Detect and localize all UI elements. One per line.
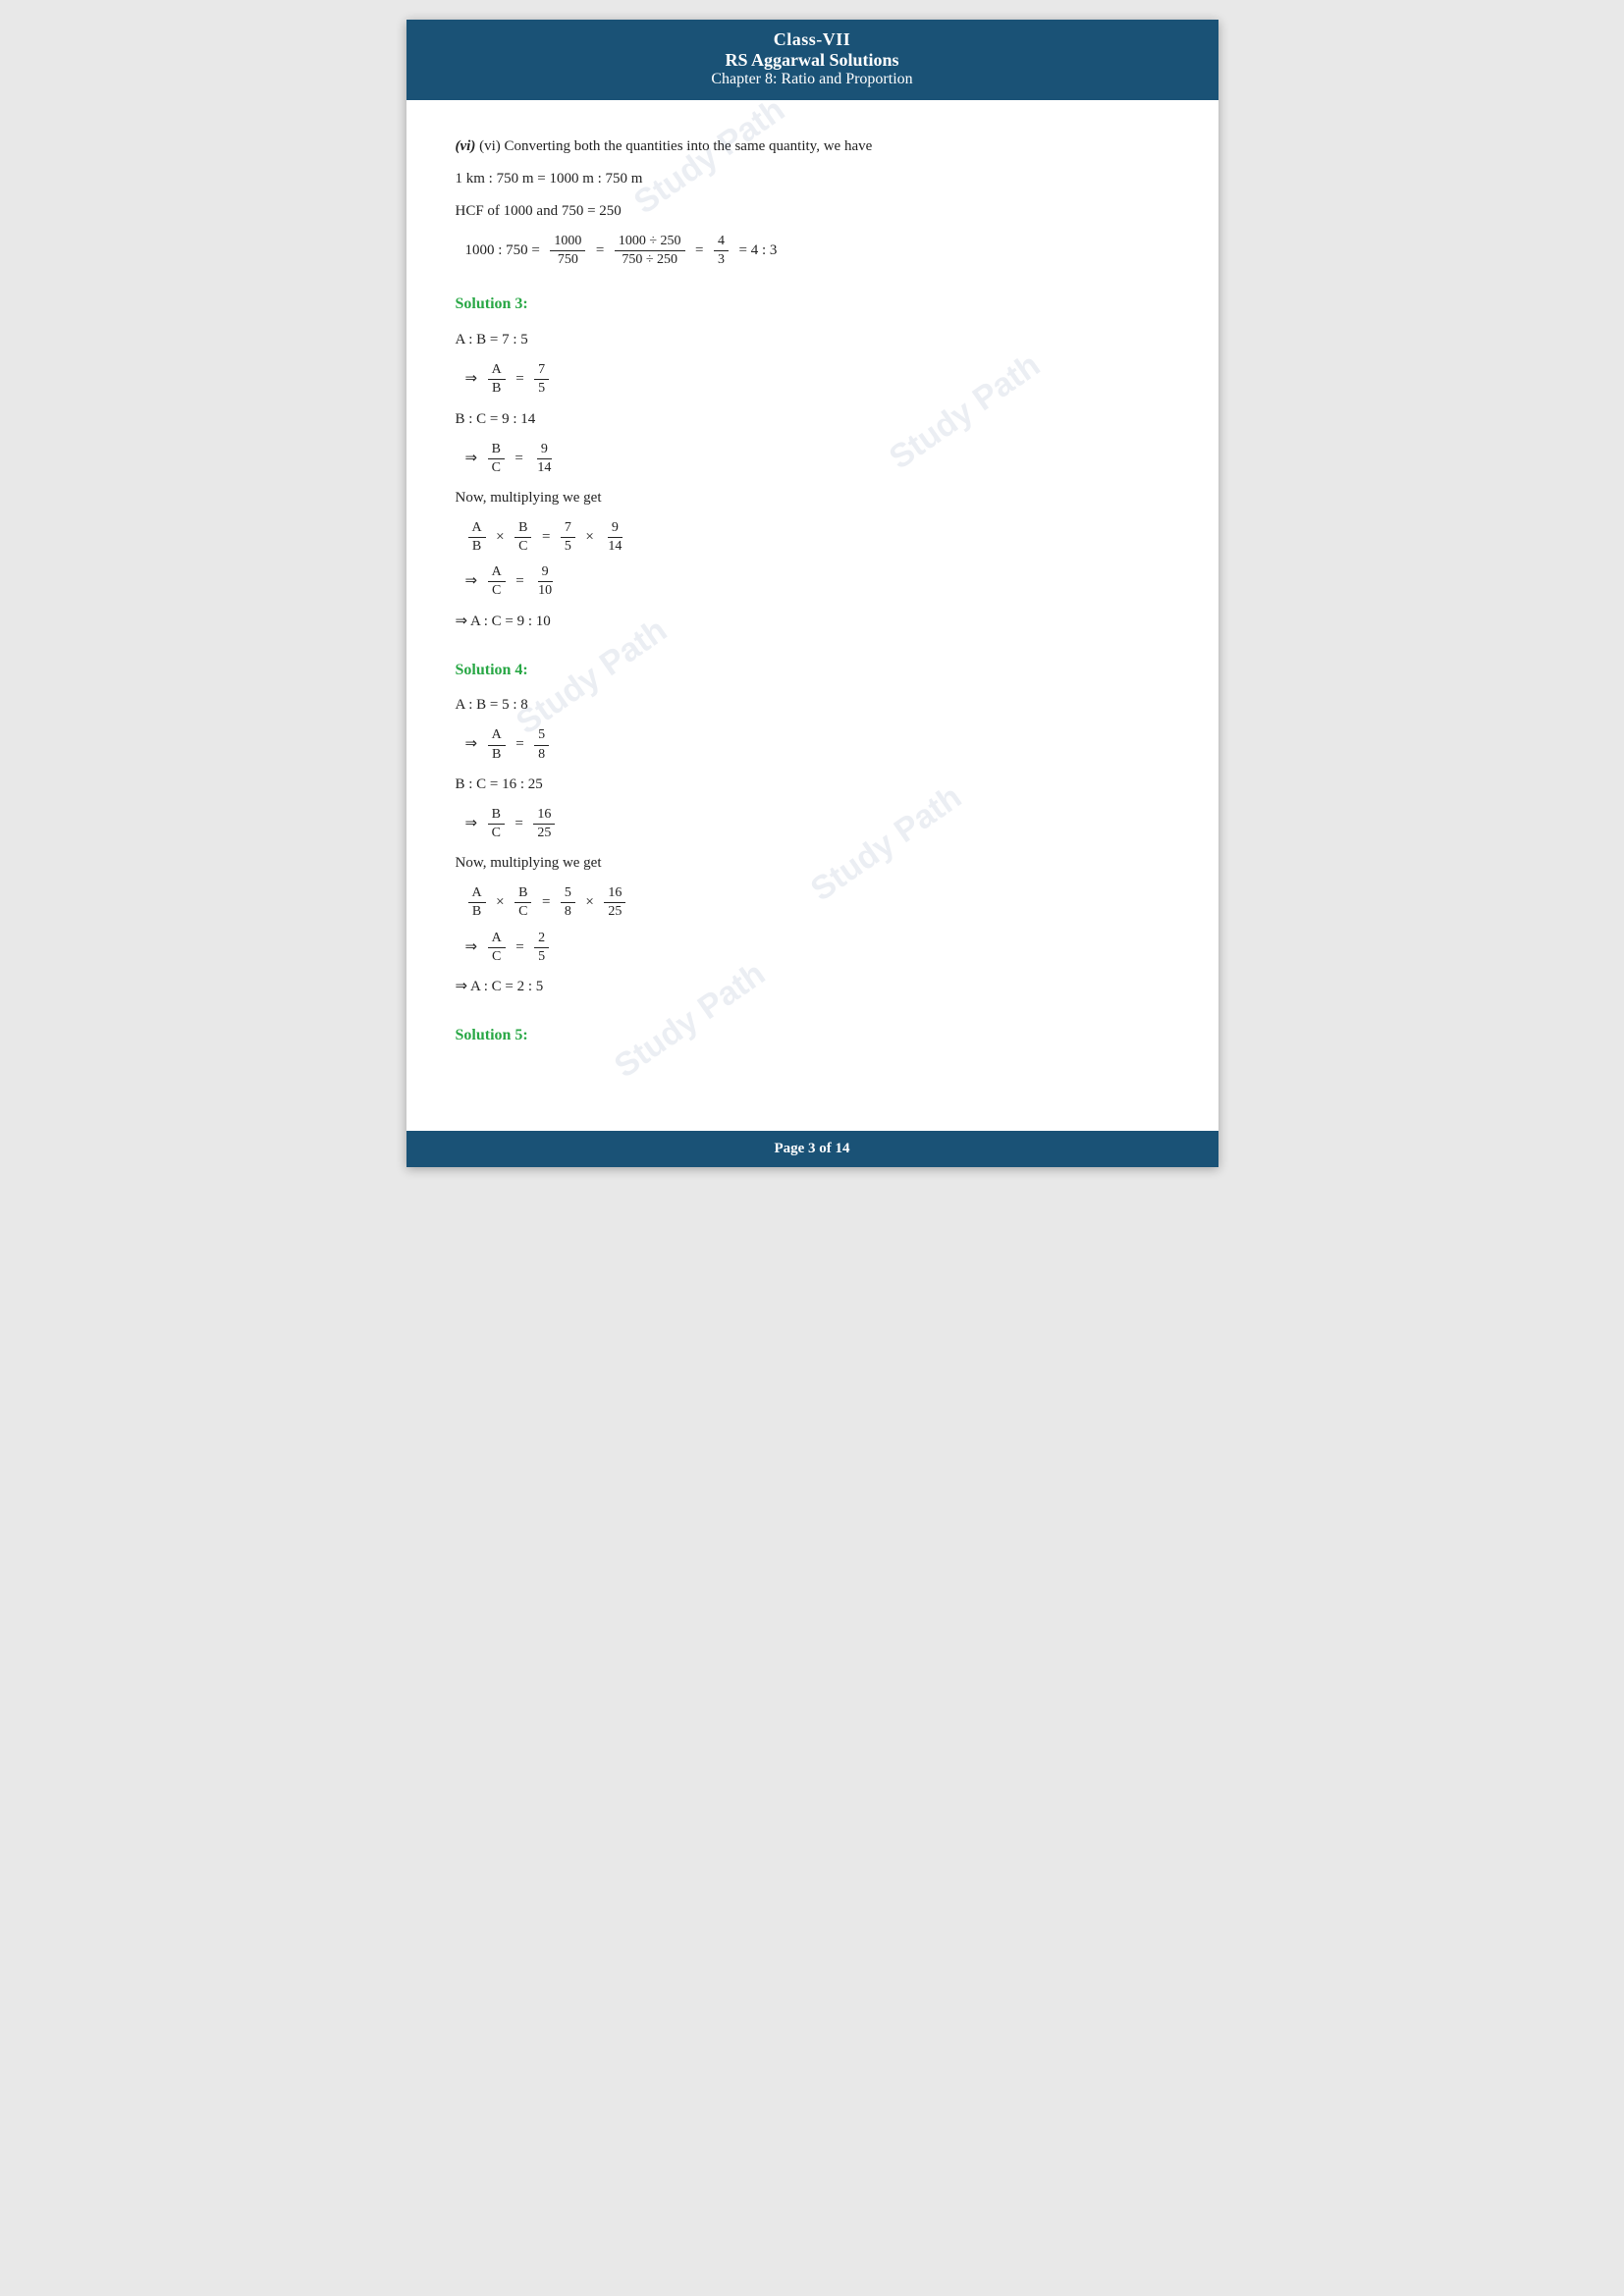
frac-1000-750: 1000 750 <box>550 233 585 269</box>
solution4-heading: Solution 4: <box>456 657 1169 685</box>
page-info: Page 3 of 14 <box>774 1141 849 1156</box>
frac-A-C-1: A C <box>488 563 506 600</box>
sol4-bc-frac: ⇒ B C = 16 25 <box>465 806 1169 842</box>
vi-step1: 1 km : 750 m = 1000 m : 750 m <box>456 166 1169 192</box>
solution5-heading: Solution 5: <box>456 1022 1169 1050</box>
sol3-ab-frac: ⇒ A B = 7 5 <box>465 361 1169 398</box>
section-vi: (vi) (vi) Converting both the quantities… <box>456 133 1169 269</box>
frac-5-8: 5 8 <box>534 726 549 763</box>
vi-label: (vi) <box>456 138 476 154</box>
sol4-result: ⇒ A : C = 2 : 5 <box>456 974 1169 1000</box>
page-title: RS Aggarwal Solutions <box>426 50 1199 71</box>
sol3-multiply-calc: A B × B C = 7 5 × 9 14 <box>465 519 1169 556</box>
frac-9-10: 9 10 <box>534 563 556 600</box>
section-solution4: Solution 4: A : B = 5 : 8 ⇒ A B = 5 8 B … <box>456 657 1169 1000</box>
sol3-ac-frac: ⇒ A C = 9 10 <box>465 563 1169 600</box>
page-footer: Page 3 of 14 <box>406 1131 1218 1167</box>
vi-calculation: 1000 : 750 = 1000 750 = 1000 ÷ 250 750 ÷… <box>465 233 1169 269</box>
section-solution3: Solution 3: A : B = 7 : 5 ⇒ A B = 7 5 B … <box>456 291 1169 634</box>
frac-2-5: 2 5 <box>534 930 549 966</box>
page-header: Class-VII RS Aggarwal Solutions Chapter … <box>406 20 1218 100</box>
frac-A-B-2: A B <box>468 519 486 556</box>
sol3-result: ⇒ A : C = 9 : 10 <box>456 609 1169 635</box>
frac-9-14: 9 14 <box>604 519 625 556</box>
frac-A-B-1: A B <box>488 361 506 398</box>
sol3-bc-frac: ⇒ B C = 9 14 <box>465 441 1169 477</box>
frac-A-C-2: A C <box>488 930 506 966</box>
frac-B-C-4: B C <box>514 884 531 921</box>
sol3-bc: B : C = 9 : 14 <box>456 406 1169 433</box>
frac-B-C-2: B C <box>514 519 531 556</box>
frac-7-5: 7 5 <box>534 361 549 398</box>
frac-B-C-3: B C <box>488 806 505 842</box>
frac-9-14: 9 14 <box>533 441 555 477</box>
vi-calc-start: 1000 : 750 = <box>465 242 544 258</box>
sol4-ab-frac: ⇒ A B = 5 8 <box>465 726 1169 763</box>
sol4-bc: B : C = 16 : 25 <box>456 772 1169 798</box>
vi-hcf: HCF of 1000 and 750 = 250 <box>456 198 1169 225</box>
vi-intro: (vi) (vi) Converting both the quantities… <box>456 133 1169 160</box>
sol4-ab: A : B = 5 : 8 <box>456 692 1169 719</box>
chapter-label: Chapter 8: Ratio and Proportion <box>426 71 1199 88</box>
frac-7-5-2: 7 5 <box>561 519 575 556</box>
frac-B-C-1: B C <box>488 441 505 477</box>
frac-A-B-3: A B <box>488 726 506 763</box>
frac-16-25-2: 16 25 <box>604 884 625 921</box>
frac-16-25: 16 25 <box>533 806 555 842</box>
sol4-multiply-text: Now, multiplying we get <box>456 850 1169 877</box>
frac-5-8-2: 5 8 <box>561 884 575 921</box>
frac-1000div-750div: 1000 ÷ 250 750 ÷ 250 <box>615 233 685 269</box>
sol4-multiply-calc: A B × B C = 5 8 × 16 25 <box>465 884 1169 921</box>
page: Study Path Study Path Study Path Study P… <box>406 20 1218 1167</box>
sol3-multiply-text: Now, multiplying we get <box>456 485 1169 511</box>
vi-intro-text: (vi) Converting both the quantities into… <box>479 138 872 154</box>
section-solution5: Solution 5: <box>456 1022 1169 1050</box>
page-content: (vi) (vi) Converting both the quantities… <box>406 100 1218 1131</box>
sol4-ac-frac: ⇒ A C = 2 5 <box>465 930 1169 966</box>
sol3-ab: A : B = 7 : 5 <box>456 327 1169 353</box>
class-label: Class-VII <box>426 29 1199 50</box>
solution3-heading: Solution 3: <box>456 291 1169 319</box>
frac-A-B-4: A B <box>468 884 486 921</box>
frac-4-3: 4 3 <box>714 233 729 269</box>
